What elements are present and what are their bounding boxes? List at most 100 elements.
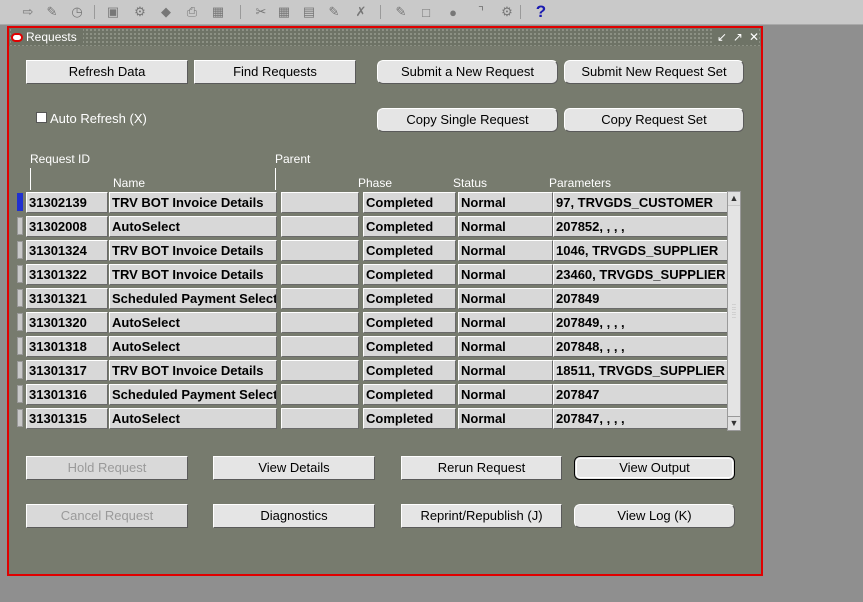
cell-request-id[interactable]: 31301320	[26, 312, 108, 333]
cell-name[interactable]: TRV BOT Invoice Details	[109, 360, 277, 381]
cell-phase[interactable]: Completed	[363, 288, 456, 309]
cell-name[interactable]: Scheduled Payment Selection	[109, 288, 277, 309]
submit-new-request-button[interactable]: Submit a New Request	[377, 60, 558, 84]
edit-field-icon[interactable]: ✎	[392, 3, 410, 21]
hold-request-button[interactable]: Hold Request	[26, 456, 188, 480]
cell-status[interactable]: Normal	[458, 192, 553, 213]
clear-record-icon[interactable]: ✎	[325, 3, 343, 21]
attachments-icon[interactable]: ⌝	[472, 3, 490, 21]
cell-parameters[interactable]: 97, TRVGDS_CUSTOMER	[553, 192, 734, 213]
cell-status[interactable]: Normal	[458, 240, 553, 261]
minimize-icon[interactable]: ↙	[717, 30, 727, 44]
view-output-button[interactable]: View Output	[574, 456, 735, 480]
scroll-down-icon[interactable]: ▼	[728, 417, 740, 430]
cell-name[interactable]: AutoSelect	[109, 408, 277, 429]
table-scrollbar[interactable]: ▲ :::::: ▼	[727, 191, 741, 431]
save-icon[interactable]: ⚙	[131, 3, 149, 21]
cell-name[interactable]: AutoSelect	[109, 216, 277, 237]
cancel-request-button[interactable]: Cancel Request	[26, 504, 188, 528]
cell-phase[interactable]: Completed	[363, 240, 456, 261]
row-selector[interactable]	[17, 313, 23, 331]
cell-phase[interactable]: Completed	[363, 312, 456, 333]
cell-parameters[interactable]: 207847, , , ,	[553, 408, 734, 429]
window-titlebar[interactable]: Requests ↙ ↗ ✕	[9, 28, 761, 46]
submit-new-request-set-button[interactable]: Submit New Request Set	[564, 60, 744, 84]
cell-status[interactable]: Normal	[458, 216, 553, 237]
cell-parameters[interactable]: 1046, TRVGDS_SUPPLIER	[553, 240, 734, 261]
cell-status[interactable]: Normal	[458, 264, 553, 285]
cell-parent[interactable]	[281, 192, 359, 213]
cell-status[interactable]: Normal	[458, 336, 553, 357]
copy-single-request-button[interactable]: Copy Single Request	[377, 108, 558, 132]
cell-parent[interactable]	[281, 216, 359, 237]
table-row[interactable]: 31301324 TRV BOT Invoice Details Completed…	[17, 239, 734, 261]
cell-parent[interactable]	[281, 336, 359, 357]
cell-request-id[interactable]: 31301317	[26, 360, 108, 381]
view-log-button[interactable]: View Log (K)	[574, 504, 735, 528]
cell-name[interactable]: TRV BOT Invoice Details	[109, 240, 277, 261]
zoom-icon[interactable]: □	[417, 3, 435, 21]
cell-parameters[interactable]: 207847	[553, 384, 734, 405]
print-icon[interactable]: ⎙	[183, 3, 201, 21]
cell-parent[interactable]	[281, 360, 359, 381]
cell-parameters[interactable]: 207848, , , ,	[553, 336, 734, 357]
table-row[interactable]: 31302139 TRV BOT Invoice Details Completed…	[17, 191, 734, 213]
table-row[interactable]: 31301317 TRV BOT Invoice Details Completed…	[17, 359, 734, 381]
row-selector[interactable]	[17, 241, 23, 259]
cell-phase[interactable]: Completed	[363, 360, 456, 381]
folder-tools-icon[interactable]: ⚙	[498, 3, 516, 21]
delete-record-icon[interactable]: ✗	[352, 3, 370, 21]
table-row[interactable]: 31301315 AutoSelect Completed Normal 207847,…	[17, 407, 734, 429]
cell-status[interactable]: Normal	[458, 408, 553, 429]
cell-phase[interactable]: Completed	[363, 216, 456, 237]
switch-responsibility-icon[interactable]: ◆	[157, 3, 175, 21]
cell-name[interactable]: AutoSelect	[109, 312, 277, 333]
cell-parameters[interactable]: 18511, TRVGDS_SUPPLIER	[553, 360, 734, 381]
copy-request-set-button[interactable]: Copy Request Set	[564, 108, 744, 132]
table-row[interactable]: 31301316Scheduled Payment Selection Compl…	[17, 383, 734, 405]
open-folder-icon[interactable]: ▣	[104, 3, 122, 21]
cell-phase[interactable]: Completed	[363, 192, 456, 213]
cell-parent[interactable]	[281, 408, 359, 429]
cell-parent[interactable]	[281, 264, 359, 285]
cell-phase[interactable]: Completed	[363, 264, 456, 285]
cell-parent[interactable]	[281, 288, 359, 309]
row-selector[interactable]	[17, 217, 23, 235]
row-selector[interactable]	[17, 193, 23, 211]
cell-status[interactable]: Normal	[458, 384, 553, 405]
cell-request-id[interactable]: 31301321	[26, 288, 108, 309]
rerun-request-button[interactable]: Rerun Request	[401, 456, 562, 480]
row-selector[interactable]	[17, 361, 23, 379]
maximize-icon[interactable]: ↗	[733, 30, 743, 44]
navigator-icon[interactable]: ◷	[68, 3, 86, 21]
cell-request-id[interactable]: 31301322	[26, 264, 108, 285]
row-selector[interactable]	[17, 289, 23, 307]
cell-parameters[interactable]: 23460, TRVGDS_SUPPLIER	[553, 264, 734, 285]
view-details-button[interactable]: View Details	[213, 456, 375, 480]
close-icon[interactable]: ✕	[749, 30, 759, 44]
cell-phase[interactable]: Completed	[363, 408, 456, 429]
cell-parent[interactable]	[281, 312, 359, 333]
cell-phase[interactable]: Completed	[363, 336, 456, 357]
find-requests-button[interactable]: Find Requests	[194, 60, 356, 84]
cell-name[interactable]: TRV BOT Invoice Details	[109, 192, 277, 213]
translations-icon[interactable]: ●	[444, 3, 462, 21]
cut-icon[interactable]: ✂	[252, 3, 270, 21]
cell-request-id[interactable]: 31301316	[26, 384, 108, 405]
scrollbar-thumb[interactable]: ::::::	[728, 206, 740, 417]
cell-parameters[interactable]: 207852, , , ,	[553, 216, 734, 237]
cell-parent[interactable]	[281, 384, 359, 405]
help-icon[interactable]: ?	[532, 2, 550, 21]
cell-phase[interactable]: Completed	[363, 384, 456, 405]
cell-name[interactable]: TRV BOT Invoice Details	[109, 264, 277, 285]
reprint-republish-button[interactable]: Reprint/Republish (J)	[401, 504, 562, 528]
new-record-icon[interactable]: ⇨	[19, 3, 37, 21]
refresh-data-button[interactable]: Refresh Data	[26, 60, 188, 84]
cell-request-id[interactable]: 31302139	[26, 192, 108, 213]
cell-request-id[interactable]: 31301324	[26, 240, 108, 261]
cell-request-id[interactable]: 31301318	[26, 336, 108, 357]
cell-parameters[interactable]: 207849	[553, 288, 734, 309]
table-row[interactable]: 31301321Scheduled Payment Selection Compl…	[17, 287, 734, 309]
table-row[interactable]: 31301322 TRV BOT Invoice Details Completed…	[17, 263, 734, 285]
scroll-up-icon[interactable]: ▲	[728, 192, 740, 205]
